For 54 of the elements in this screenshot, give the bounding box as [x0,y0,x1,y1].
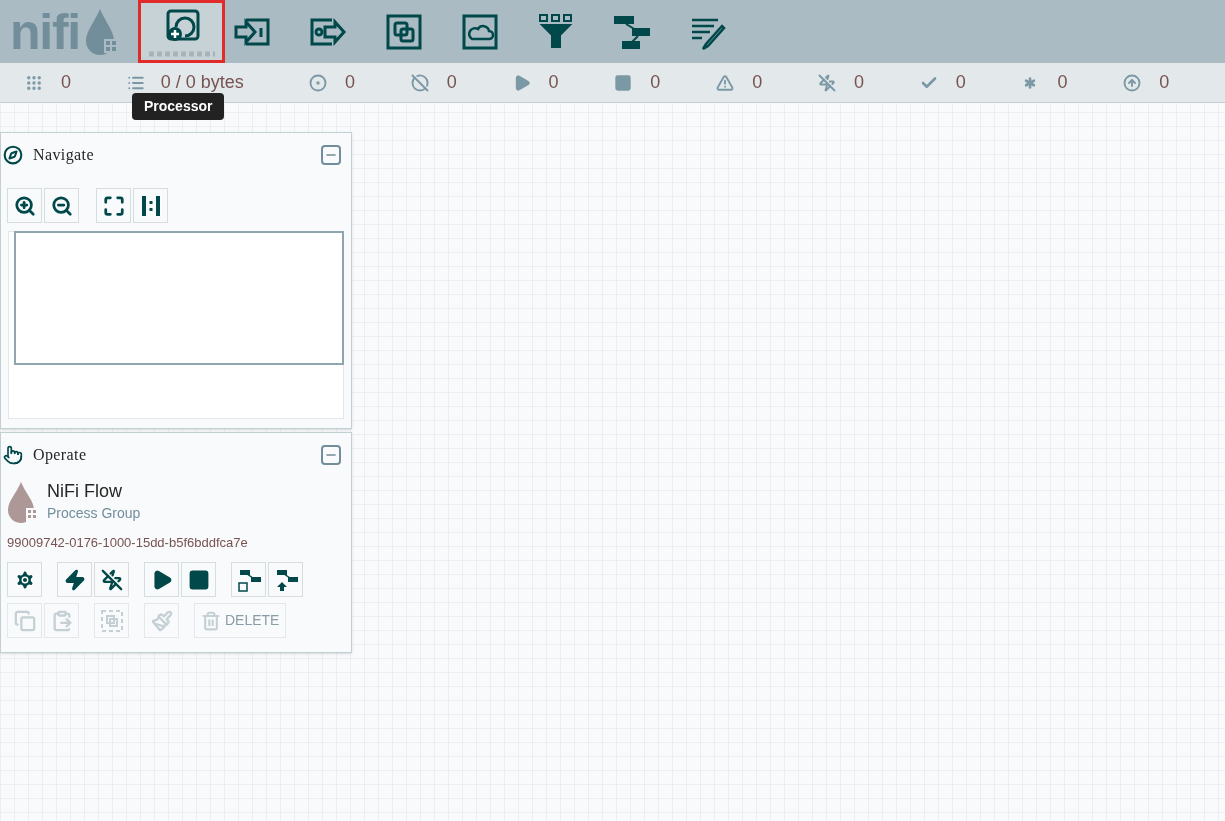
not-transmitting-icon [410,73,429,92]
warning-icon [716,73,735,92]
logo-text: nifi [10,6,80,57]
zoom-in-icon [13,194,36,217]
arrow-up-circle-icon [1123,73,1142,92]
bolt-off-icon [817,73,836,92]
toolbar-button[interactable] [138,0,225,63]
action-button[interactable] [144,562,179,597]
action-button[interactable] [7,562,42,597]
nav-button[interactable] [44,188,79,223]
transmitting-icon [309,73,327,92]
status-count: 0 [650,71,661,94]
bolt-off-icon [100,568,123,591]
action-button[interactable] [94,562,129,597]
process-group-drop-icon [7,480,39,523]
bolt-icon [63,568,86,591]
status-count: 0 [61,71,71,94]
component-name: NiFi Flow [47,480,123,503]
stop-icon [187,568,210,591]
status-count: 0 [853,71,864,94]
copy-icon [13,609,36,632]
action-button[interactable] [268,562,303,597]
group-icon [99,608,124,633]
paintbrush-icon [150,609,173,632]
trash-icon [201,610,221,631]
zoom-out-icon [50,194,73,217]
tooltip: Processor [132,93,225,120]
status-count: 0 [345,71,356,94]
action-button[interactable] [181,562,216,597]
nav-button[interactable] [96,188,131,223]
stop-icon [614,73,633,92]
status-count: 0 [1159,71,1170,94]
status-count: 0 [1057,71,1068,94]
threads-icon [25,73,43,92]
dotted-rule-icon [146,50,217,57]
pointer-hand-icon [3,445,23,465]
status-count: 0 [548,71,559,94]
action-button[interactable] [57,562,92,597]
collapse-button[interactable] [321,145,341,165]
status-count: 0 [752,71,763,94]
nav-button[interactable] [133,188,168,223]
status-count: 0 [446,71,457,94]
nav-button[interactable] [7,188,42,223]
component-type: Process Group [47,503,141,523]
actual-size-icon [139,194,162,217]
collapse-button[interactable] [321,445,341,465]
panel-title: Navigate [33,145,94,166]
status-count: 0 / 0 bytes [160,71,244,94]
fit-icon [102,194,125,217]
status-count: 0 [955,71,966,94]
action-button[interactable] [231,562,266,597]
component-id: 99009742-0176-1000-15dd-b5f6bddfca7e [7,533,249,552]
compass-icon [3,145,23,165]
panel-title: Operate [33,445,87,466]
